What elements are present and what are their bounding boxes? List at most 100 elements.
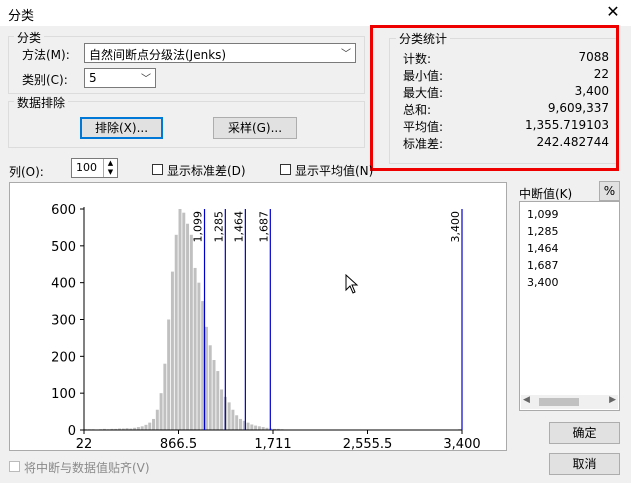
x-tick-label: 1,711 <box>254 437 291 450</box>
histogram-bar <box>186 223 190 430</box>
spinner-arrows-icon[interactable]: ▲ ▼ <box>103 159 117 177</box>
histogram-panel: 0 100 200 300 400 500 600 22 866.5 1,711 2,555.5 3,… <box>9 182 507 452</box>
show-mean-label: 显示平均值(N) <box>295 164 374 178</box>
window-title: 分类 <box>8 9 35 24</box>
histogram-bar <box>227 402 231 430</box>
histogram-bar <box>159 393 163 430</box>
list-item[interactable]: 1,687 <box>527 259 559 272</box>
histogram-bar <box>178 209 182 430</box>
histogram-bar <box>140 426 144 430</box>
show-std-label: 显示标准差(D) <box>167 164 246 178</box>
breaks-label: 中断值(K) <box>519 187 573 201</box>
chevron-down-icon: ﹀ <box>141 74 151 85</box>
histogram-bar <box>182 212 186 430</box>
scroll-thumb[interactable] <box>539 398 579 406</box>
histogram-bar <box>216 371 220 430</box>
histogram-bar <box>167 319 171 430</box>
stat-value: 7088 <box>578 50 609 64</box>
stat-label: 最大值: <box>403 86 444 100</box>
histogram-bar <box>238 418 242 430</box>
classification-group-label: 分类 <box>14 29 45 46</box>
columns-spinner[interactable]: 100 ▲ ▼ <box>71 158 118 178</box>
histogram-bar <box>155 409 159 430</box>
mouse-cursor-icon <box>345 274 359 294</box>
break-label: 1,285 <box>212 211 225 243</box>
sample-button[interactable]: 采样(G)... <box>213 117 297 139</box>
stat-value: 1,355.719103 <box>525 118 609 132</box>
histogram-bar <box>204 326 208 430</box>
classes-label: 类别(C): <box>22 73 68 87</box>
snap-label: 将中断与数据值贴齐(V) <box>24 461 150 475</box>
histogram-bar <box>235 415 239 430</box>
classes-value: 5 <box>89 71 97 85</box>
method-dropdown[interactable]: 自然间断点分级法(Jenks) ﹀ <box>84 43 356 63</box>
histogram-chart[interactable]: 010020030040050060022 866.5 1,711 2,555.5 3,… <box>10 183 506 452</box>
stat-value: 9,609,337 <box>547 101 609 115</box>
columns-label: 列(O): <box>9 165 44 179</box>
x-tick-label: 22 <box>76 437 93 450</box>
stat-label: 总和: <box>403 103 432 117</box>
histogram-bar <box>148 422 152 430</box>
y-tick-label: 300 <box>51 314 76 329</box>
histogram-bar <box>152 418 156 430</box>
list-item[interactable]: 1,285 <box>527 225 559 238</box>
histogram-bar <box>250 424 254 430</box>
break-label: 1,099 <box>192 211 205 243</box>
list-item[interactable]: 1,464 <box>527 242 559 255</box>
stat-label: 标准差: <box>403 137 444 151</box>
break-label: 1,464 <box>232 211 245 243</box>
horizontal-scrollbar[interactable]: ◀ ▶ <box>521 395 618 409</box>
histogram-bar <box>193 267 197 430</box>
list-item[interactable]: 3,400 <box>527 276 559 289</box>
classes-dropdown[interactable]: 5 ﹀ <box>84 68 156 88</box>
cancel-button[interactable]: 取消 <box>549 453 620 475</box>
y-tick-label: 200 <box>51 350 76 365</box>
title-bar <box>0 0 631 26</box>
histogram-bar <box>254 425 258 430</box>
histogram-bar <box>197 282 201 430</box>
break-label: 3,400 <box>449 211 462 243</box>
snap-checkbox[interactable] <box>9 461 20 472</box>
list-item[interactable]: 1,099 <box>527 208 559 221</box>
y-tick-label: 100 <box>51 387 76 402</box>
exclusion-group-label: 数据排除 <box>14 94 69 111</box>
histogram-bar <box>220 389 224 430</box>
histogram-bar <box>201 301 205 430</box>
histogram-bar <box>144 424 148 430</box>
histogram-bar <box>163 363 167 430</box>
y-tick-label: 600 <box>51 203 76 218</box>
break-label: 1,687 <box>257 211 270 243</box>
columns-value: 100 <box>76 161 97 174</box>
scroll-right-icon[interactable]: ▶ <box>609 395 616 405</box>
stat-label: 计数: <box>403 52 432 66</box>
histogram-bar <box>212 360 216 430</box>
close-icon[interactable]: ✕ <box>604 2 622 22</box>
histogram-bar <box>174 234 178 430</box>
ok-button[interactable]: 确定 <box>549 422 620 444</box>
x-tick-label: 3,400 <box>443 437 480 450</box>
stat-label: 最小值: <box>403 69 444 83</box>
exclude-button[interactable]: 排除(X)... <box>80 117 163 139</box>
breaks-list[interactable]: 1,099 1,285 1,464 1,687 3,400 ◀ ▶ <box>519 201 620 411</box>
histogram-bar <box>189 234 193 430</box>
stat-value: 3,400 <box>574 84 609 98</box>
histogram-bar <box>246 422 250 430</box>
histogram-bar <box>170 271 174 430</box>
histogram-bar <box>208 345 212 430</box>
method-value: 自然间断点分级法(Jenks) <box>89 48 227 62</box>
show-mean-checkbox[interactable] <box>280 164 291 175</box>
histogram-bar <box>257 426 261 430</box>
stat-label: 平均值: <box>403 120 444 134</box>
show-std-checkbox[interactable] <box>152 164 163 175</box>
x-tick-label: 866.5 <box>160 437 197 450</box>
chevron-down-icon: ﹀ <box>341 49 351 60</box>
percent-button[interactable]: % <box>599 181 620 201</box>
stat-value: 22 <box>593 67 609 81</box>
scroll-left-icon[interactable]: ◀ <box>523 395 530 405</box>
y-tick-label: 500 <box>51 240 76 255</box>
x-tick-label: 2,555.5 <box>343 437 393 450</box>
y-tick-label: 400 <box>51 277 76 292</box>
stat-value: 242.482744 <box>536 135 609 149</box>
method-label: 方法(M): <box>22 48 70 62</box>
histogram-bar <box>231 409 235 430</box>
